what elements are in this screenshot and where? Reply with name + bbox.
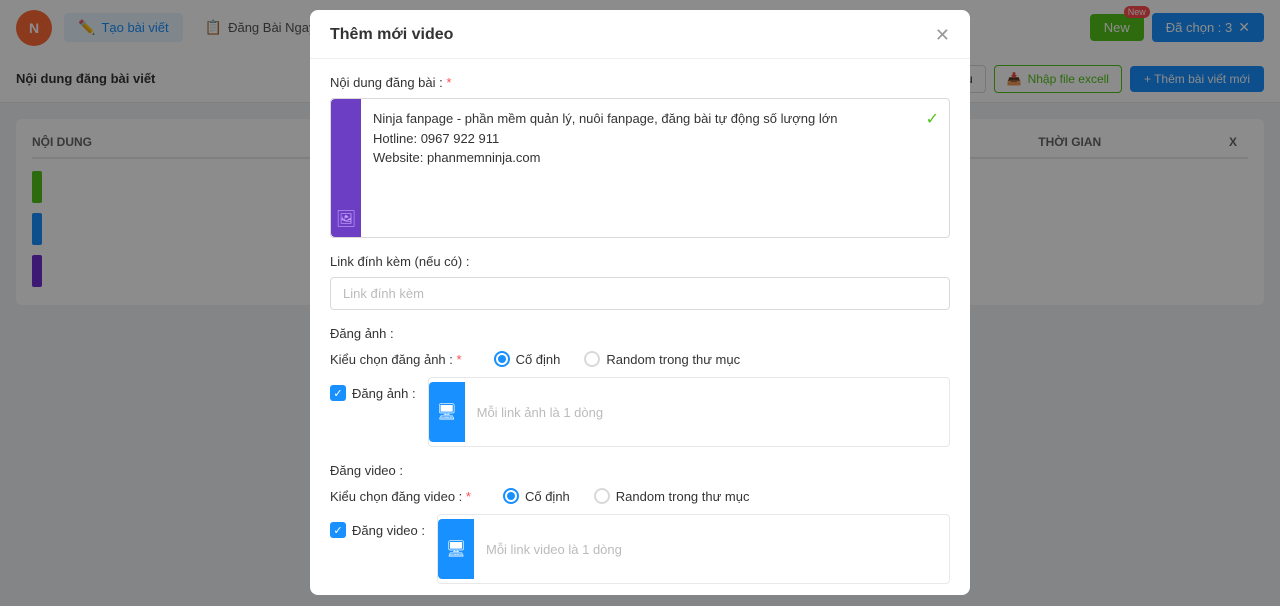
modal-title: Thêm mới video bbox=[330, 26, 453, 44]
upload-anh-area[interactable]: 🖥 Mỗi link ảnh là 1 dòng bbox=[428, 377, 950, 447]
content-text: Ninja fanpage - phần mềm quản lý, nuôi f… bbox=[373, 109, 937, 168]
monitor-icon: 🖥 bbox=[436, 402, 456, 422]
checkbox-checked-icon: ✓ bbox=[330, 385, 346, 401]
upload-video-area[interactable]: 🖥 Mỗi link video là 1 dòng bbox=[437, 514, 950, 584]
modal-header: Thêm mới video ✕ bbox=[310, 10, 970, 59]
radio-co-dinh[interactable]: Cố định bbox=[494, 351, 561, 367]
dang-video-radio-group: Kiểu chọn đăng video : * Cố định Random … bbox=[330, 488, 950, 504]
dang-video-checkbox[interactable]: ✓ Đăng video : bbox=[330, 514, 425, 538]
radio-video-circle-unchecked bbox=[594, 488, 610, 504]
dang-video-heading: Đăng video : bbox=[330, 463, 950, 478]
content-text-area[interactable]: Ninja fanpage - phần mềm quản lý, nuôi f… bbox=[361, 99, 949, 237]
upload-video-button[interactable]: 🖥 bbox=[438, 519, 474, 579]
content-textarea-wrapper: 🖼 Ninja fanpage - phần mềm quản lý, nuôi… bbox=[330, 98, 950, 238]
monitor-video-icon: 🖥 bbox=[446, 539, 466, 559]
radio-video-co-dinh[interactable]: Cố định bbox=[503, 488, 570, 504]
kieu-chon-label: Kiểu chọn đăng ảnh : * bbox=[330, 352, 462, 367]
link-input[interactable] bbox=[330, 277, 950, 310]
radio-circle-unchecked bbox=[584, 351, 600, 367]
radio-video-circle-checked bbox=[503, 488, 519, 504]
content-sidebar-bar: 🖼 bbox=[331, 99, 361, 237]
image-icon: 🖼 bbox=[336, 209, 356, 229]
modal-add-video: Thêm mới video ✕ Nội dung đăng bài : * 🖼… bbox=[310, 10, 970, 595]
dang-video-section: Đăng video : Kiểu chọn đăng video : * Cố… bbox=[330, 463, 950, 584]
radio-video-random[interactable]: Random trong thư mục bbox=[594, 488, 750, 504]
dang-anh-heading: Đăng ảnh : bbox=[330, 326, 950, 341]
checkbox-video-checked-icon: ✓ bbox=[330, 522, 346, 538]
modal-body: Nội dung đăng bài : * 🖼 Ninja fanpage - … bbox=[310, 59, 970, 595]
kieu-chon-video-label: Kiểu chọn đăng video : * bbox=[330, 489, 471, 504]
link-section: Link đính kèm (nếu có) : bbox=[330, 254, 950, 310]
dang-anh-section: Đăng ảnh : Kiểu chọn đăng ảnh : * Cố địn… bbox=[330, 326, 950, 447]
dang-anh-radio-group: Kiểu chọn đăng ảnh : * Cố định Random tr… bbox=[330, 351, 950, 367]
upload-anh-placeholder: Mỗi link ảnh là 1 dòng bbox=[465, 405, 615, 420]
dang-anh-checkbox[interactable]: ✓ Đăng ảnh : bbox=[330, 377, 416, 401]
upload-anh-button[interactable]: 🖥 bbox=[429, 382, 465, 442]
upload-video-wrapper: ✓ Đăng video : 🖥 Mỗi link video là 1 dòn… bbox=[330, 514, 950, 584]
link-label: Link đính kèm (nếu có) : bbox=[330, 254, 950, 269]
upload-video-placeholder: Mỗi link video là 1 dòng bbox=[474, 542, 634, 557]
modal-overlay: Thêm mới video ✕ Nội dung đăng bài : * 🖼… bbox=[0, 0, 1280, 606]
content-label: Nội dung đăng bài : * bbox=[330, 75, 950, 90]
content-check-icon: ✓ bbox=[926, 109, 939, 129]
upload-anh-wrapper: ✓ Đăng ảnh : 🖥 Mỗi link ảnh là 1 dòng bbox=[330, 377, 950, 447]
radio-circle-checked bbox=[494, 351, 510, 367]
content-section: Nội dung đăng bài : * 🖼 Ninja fanpage - … bbox=[330, 75, 950, 238]
radio-random[interactable]: Random trong thư mục bbox=[584, 351, 740, 367]
modal-close-button[interactable]: ✕ bbox=[935, 26, 950, 44]
